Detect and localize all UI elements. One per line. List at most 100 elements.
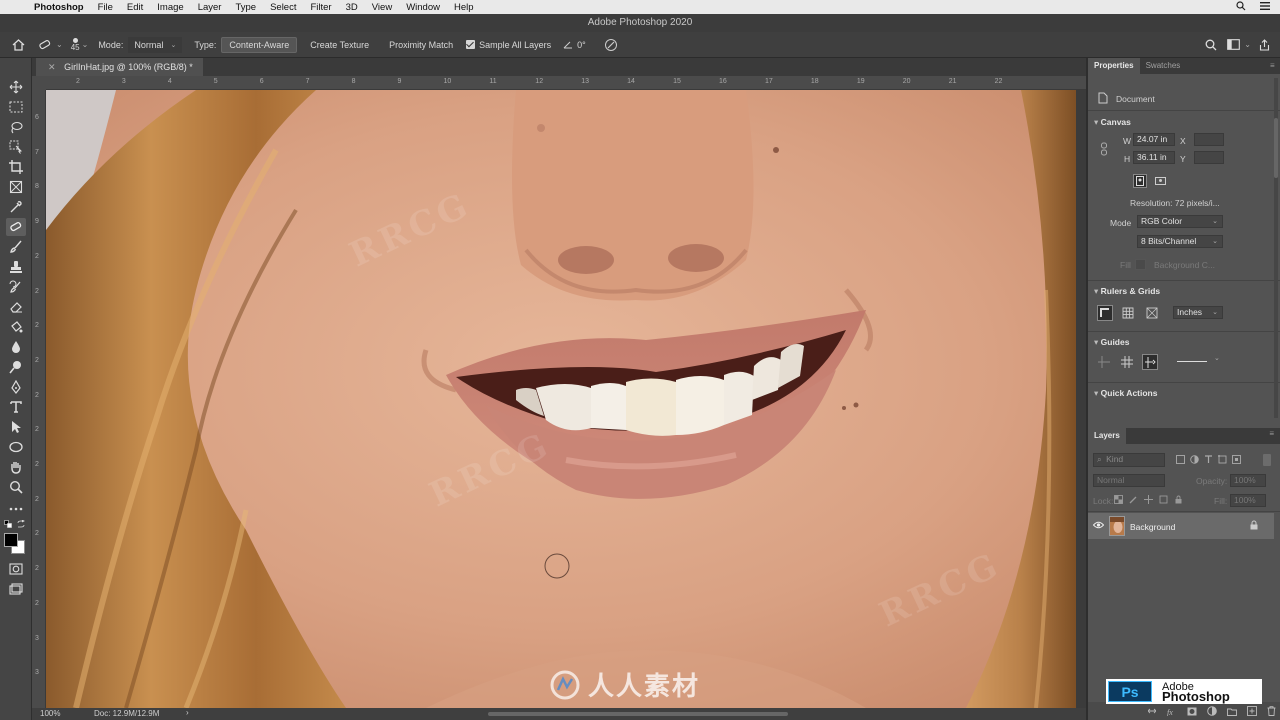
panel-menu-icon[interactable]: ≡ — [1270, 61, 1275, 70]
menu-layer[interactable]: Layer — [198, 2, 222, 13]
hand-tool-icon[interactable] — [6, 458, 26, 476]
link-dimensions-icon[interactable] — [1100, 142, 1108, 158]
blend-mode-dropdown[interactable]: Normal — [1093, 474, 1165, 487]
portrait-orientation-icon[interactable] — [1133, 174, 1147, 188]
smart-guides-icon[interactable] — [1142, 354, 1158, 370]
marquee-tool-icon[interactable] — [6, 98, 26, 116]
properties-scrollbar[interactable] — [1274, 78, 1278, 418]
ruler-vertical[interactable]: 6 7 8 9 2 2 2 2 2 2 2 2 2 2 2 3 3 — [32, 90, 46, 708]
menu-file[interactable]: File — [98, 2, 113, 13]
brush-tool-icon[interactable] — [6, 238, 26, 256]
menu-image[interactable]: Image — [157, 2, 183, 13]
landscape-orientation-icon[interactable] — [1153, 174, 1167, 188]
pen-tool-icon[interactable] — [6, 378, 26, 396]
filter-toggle[interactable] — [1263, 454, 1271, 466]
search-icon[interactable] — [1205, 39, 1217, 51]
menu-filter[interactable]: Filter — [310, 2, 331, 13]
zoom-level[interactable]: 100% — [40, 709, 60, 718]
status-menu-arrow[interactable]: › — [186, 708, 189, 717]
workspace-chevron-icon[interactable]: ⌄ — [1244, 40, 1251, 49]
opacity-field[interactable]: 100% — [1230, 474, 1266, 487]
spotlight-icon[interactable] — [1236, 0, 1246, 14]
ellipse-tool-icon[interactable] — [6, 438, 26, 456]
fill-swatch[interactable] — [1135, 259, 1146, 270]
show-grid-icon[interactable] — [1120, 305, 1136, 321]
canvas-heading[interactable]: Canvas — [1094, 117, 1131, 128]
home-icon[interactable] — [8, 38, 28, 51]
ruler-horizontal[interactable]: 2 3 4 5 6 7 8 9 10 11 12 13 14 15 16 17 18 19 20 21 22 — [46, 76, 1086, 90]
tab-swatches[interactable]: Swatches — [1140, 58, 1187, 74]
notification-center-icon[interactable] — [1260, 1, 1270, 14]
close-icon[interactable]: ✕ — [48, 62, 56, 72]
show-rulers-icon[interactable] — [1097, 305, 1113, 321]
content-aware-button[interactable]: Content-Aware — [221, 36, 298, 53]
foreground-color-swatch[interactable] — [4, 533, 18, 547]
menu-type[interactable]: Type — [235, 2, 256, 13]
angle-value[interactable]: 0° — [577, 40, 586, 50]
brush-picker[interactable]: 45 — [71, 37, 80, 52]
layer-row[interactable]: Background — [1088, 513, 1274, 539]
quick-mask-icon[interactable] — [6, 560, 26, 578]
workspace-icon[interactable] — [1227, 39, 1241, 50]
spot-healing-brush-tool-icon[interactable] — [6, 218, 26, 236]
lasso-tool-icon[interactable] — [6, 118, 26, 136]
y-field[interactable] — [1194, 151, 1224, 164]
swap-colors-icon[interactable] — [17, 519, 25, 530]
menu-edit[interactable]: Edit — [127, 2, 143, 13]
eye-icon[interactable] — [1092, 521, 1105, 531]
bit-depth-dropdown[interactable]: 8 Bits/Channel ⌄ — [1137, 235, 1223, 248]
document-tab[interactable]: ✕ GirlInHat.jpg @ 100% (RGB/8) * — [36, 58, 203, 76]
quick-actions-heading[interactable]: Quick Actions — [1094, 388, 1158, 399]
menu-view[interactable]: View — [372, 2, 392, 13]
guides-lock-icon[interactable] — [1098, 356, 1110, 370]
rulers-grids-heading[interactable]: Rulers & Grids — [1094, 286, 1161, 297]
width-field[interactable]: 24.07 in — [1133, 133, 1175, 146]
path-selection-tool-icon[interactable] — [6, 418, 26, 436]
screen-mode-icon[interactable] — [6, 580, 26, 598]
ruler-corner[interactable] — [32, 76, 46, 90]
vertical-scrollbar[interactable] — [1076, 90, 1086, 708]
menu-select[interactable]: Select — [270, 2, 296, 13]
brush-chevron-icon[interactable]: ⌄ — [82, 40, 89, 49]
horizontal-scroll-thumb[interactable] — [488, 712, 788, 716]
spot-healing-brush-tool-icon[interactable] — [38, 39, 52, 51]
layer-name[interactable]: Background — [1130, 522, 1175, 532]
layer-filter-kind[interactable]: ⌕ Kind — [1093, 453, 1165, 467]
create-texture-button[interactable]: Create Texture — [303, 37, 376, 53]
fill-opacity-field[interactable]: 100% — [1230, 494, 1266, 507]
fill-value[interactable]: Background C... — [1154, 260, 1215, 270]
share-icon[interactable] — [1259, 38, 1270, 51]
guides-visible-icon[interactable] — [1121, 356, 1133, 370]
pixel-grid-icon[interactable] — [1144, 305, 1160, 321]
dodge-tool-icon[interactable] — [6, 358, 26, 376]
tool-preset-chevron-icon[interactable]: ⌄ — [56, 40, 63, 49]
type-tool-icon[interactable] — [6, 398, 26, 416]
proximity-match-button[interactable]: Proximity Match — [382, 37, 460, 53]
sample-all-layers-checkbox[interactable]: Sample All Layers — [466, 40, 551, 50]
frame-tool-icon[interactable] — [6, 178, 26, 196]
pressure-size-icon[interactable] — [604, 38, 618, 52]
menu-help[interactable]: Help — [454, 2, 474, 13]
blur-tool-icon[interactable] — [6, 338, 26, 356]
x-field[interactable] — [1194, 133, 1224, 146]
eyedropper-tool-icon[interactable] — [6, 198, 26, 216]
more-tools-icon[interactable] — [6, 500, 26, 518]
ruler-units-dropdown[interactable]: Inches ⌄ — [1173, 306, 1223, 319]
document-canvas[interactable]: RRCG RRCG RRCG 人人素材 — [46, 90, 1076, 708]
gradient-tool-icon[interactable] — [6, 318, 26, 336]
tab-layers[interactable]: Layers — [1088, 428, 1126, 444]
mode-dropdown[interactable]: Normal ⌄ — [128, 36, 183, 53]
clone-stamp-tool-icon[interactable] — [6, 258, 26, 276]
move-tool-icon[interactable] — [6, 78, 26, 96]
zoom-tool-icon[interactable] — [6, 478, 26, 496]
menu-app[interactable]: Photoshop — [34, 2, 84, 13]
history-brush-tool-icon[interactable] — [6, 278, 26, 296]
height-field[interactable]: 36.11 in — [1133, 151, 1175, 164]
crop-tool-icon[interactable] — [6, 158, 26, 176]
eraser-tool-icon[interactable] — [6, 298, 26, 316]
menu-3d[interactable]: 3D — [346, 2, 358, 13]
color-mode-dropdown[interactable]: RGB Color ⌄ — [1137, 215, 1223, 228]
tab-properties[interactable]: Properties — [1088, 58, 1140, 74]
default-colors-icon[interactable] — [4, 520, 12, 530]
menu-window[interactable]: Window — [406, 2, 440, 13]
